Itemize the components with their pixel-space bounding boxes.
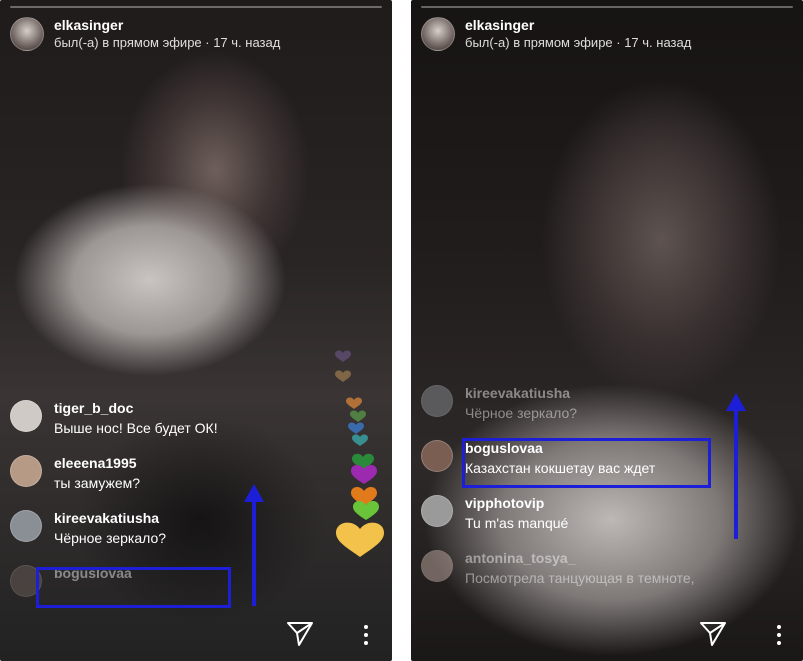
broadcaster-username[interactable]: elkasinger (54, 16, 280, 34)
broadcast-status: был(-а) в прямом эфире · 17 ч. назад (465, 35, 692, 50)
up-arrow-icon (244, 484, 264, 606)
commenter-username[interactable]: kireevakatiusha (465, 383, 577, 403)
broadcaster-avatar[interactable] (421, 17, 455, 51)
heart-icon (350, 410, 366, 422)
commenter-username[interactable]: tiger_b_doc (54, 398, 218, 418)
commenter-avatar[interactable] (10, 400, 42, 432)
comment-text: Tu m'as manqué (465, 515, 569, 531)
broadcaster-username[interactable]: elkasinger (465, 16, 691, 34)
floating-hearts (335, 350, 384, 557)
heart-icon (348, 422, 364, 434)
comment-item: tiger_b_doc Выше нос! Все будет ОК! (10, 398, 310, 453)
live-replay-panel-left: elkasinger был(-а) в прямом эфире · 17 ч… (0, 0, 392, 661)
heart-icon (335, 350, 351, 362)
broadcaster-avatar[interactable] (10, 17, 44, 51)
story-progress-bar (10, 6, 382, 8)
live-replay-panel-right: elkasinger был(-а) в прямом эфире · 17 ч… (411, 0, 803, 661)
story-progress-bar (421, 6, 793, 8)
comment-list[interactable]: kireevakatiusha Чёрное зеркало? boguslov… (421, 383, 721, 603)
comment-text: Выше нос! Все будет ОК! (54, 420, 218, 436)
highlight-box (462, 438, 711, 488)
broadcast-header[interactable]: elkasinger был(-а) в прямом эфире · 17 ч… (10, 14, 280, 54)
comment-item: vipphotovip Tu m'as manqué (421, 493, 721, 548)
comment-text: Чёрное зеркало? (54, 530, 167, 546)
commenter-avatar[interactable] (10, 455, 42, 487)
more-options-icon[interactable] (361, 624, 371, 646)
more-options-icon[interactable] (774, 624, 784, 646)
heart-icon (336, 522, 384, 557)
broadcast-header[interactable]: elkasinger был(-а) в прямом эфире · 17 ч… (421, 14, 691, 54)
highlight-box (36, 567, 231, 608)
commenter-username[interactable]: eleeena1995 (54, 453, 140, 473)
comment-text: Посмотрела танцующая в темноте, (465, 570, 695, 586)
commenter-username[interactable]: antonina_tosya_ (465, 548, 695, 568)
commenter-username[interactable]: kireevakatiusha (54, 508, 166, 528)
comment-item: kireevakatiusha Чёрное зеркало? (421, 383, 721, 438)
send-icon[interactable] (698, 618, 728, 648)
send-icon[interactable] (285, 618, 315, 648)
up-arrow-icon (726, 393, 746, 539)
comment-text: Чёрное зеркало? (465, 405, 578, 421)
broadcast-status: был(-а) в прямом эфире · 17 ч. назад (54, 35, 281, 50)
comment-text: ты замужем? (54, 475, 141, 491)
commenter-avatar[interactable] (421, 440, 453, 472)
commenter-avatar[interactable] (421, 385, 453, 417)
commenter-username[interactable]: vipphotovip (465, 493, 568, 513)
commenter-avatar[interactable] (421, 495, 453, 527)
comment-item: antonina_tosya_ Посмотрела танцующая в т… (421, 548, 721, 603)
heart-icon (346, 397, 362, 409)
heart-icon (352, 434, 368, 446)
commenter-avatar[interactable] (421, 550, 453, 582)
heart-icon (335, 370, 351, 382)
commenter-avatar[interactable] (10, 510, 42, 542)
